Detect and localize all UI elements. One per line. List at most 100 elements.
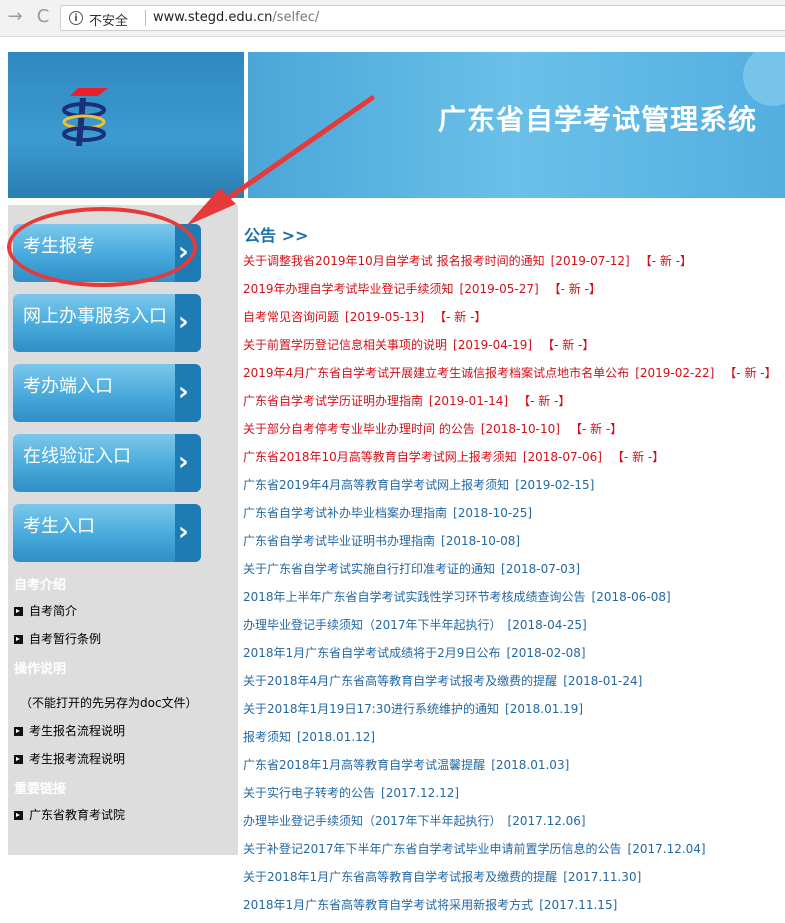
sidebar-link-registration-flow[interactable]: 考生报名流程说明	[14, 722, 125, 739]
notice-link[interactable]: 2018年上半年广东省自学考试实践性学习环节考核成绩查询公告	[243, 590, 586, 604]
notice-item[interactable]: 广东省自学考试学历证明办理指南 [2019-01-14] 【- 新 -】	[243, 391, 783, 419]
notice-item[interactable]: 办理毕业登记手续须知（2017年下半年起执行） [2018-04-25]	[243, 615, 783, 643]
notice-link[interactable]: 广东省自学考试补办毕业档案办理指南	[243, 506, 447, 520]
notice-link[interactable]: 2019年办理自学考试毕业登记手续须知	[243, 282, 454, 296]
notice-link[interactable]: 2018年1月广东省自学考试成绩将于2月9日公布	[243, 646, 500, 660]
notice-link[interactable]: 关于广东省自学考试实施自行打印准考证的通知	[243, 562, 495, 576]
notice-date: [2018.01.03]	[491, 758, 570, 772]
notice-link[interactable]: 自考常见咨询问题	[243, 310, 339, 324]
notice-link[interactable]: 报考须知	[243, 730, 291, 744]
notice-link[interactable]: 关于前置学历登记信息相关事项的说明	[243, 338, 447, 352]
notice-item[interactable]: 关于实行电子转考的公告 [2017.12.12]	[243, 783, 783, 811]
notice-item[interactable]: 报考须知 [2018.01.12]	[243, 727, 783, 755]
notice-item[interactable]: 关于部分自考停考专业毕业办理时间 的公告 [2018-10-10] 【- 新 -】	[243, 419, 783, 447]
notice-link[interactable]: 2019年4月广东省自学考试开展建立考生诚信报考档案试点地市名单公布	[243, 366, 629, 380]
notice-item[interactable]: 关于补登记2017年下半年广东省自学考试毕业申请前置学历信息的公告 [2017.1…	[243, 839, 783, 867]
notice-date: [2019-04-19]	[453, 338, 533, 352]
menu-tab: ›	[175, 364, 201, 422]
notice-link[interactable]: 关于2018年1月广东省高等教育自学考试报考及缴费的提醒	[243, 870, 557, 884]
notice-item[interactable]: 关于调整我省2019年10月自学考试 报名报考时间的通知 [2019-07-12]…	[243, 251, 783, 279]
notice-link[interactable]: 关于实行电子转考的公告	[243, 786, 375, 800]
notice-link[interactable]: 广东省2019年4月高等教育自学考试网上报考须知	[243, 478, 509, 492]
notice-item[interactable]: 关于前置学历登记信息相关事项的说明 [2019-04-19] 【- 新 -】	[243, 335, 783, 363]
notice-link[interactable]: 关于2018年1月19日17:30进行系统维护的通知	[243, 702, 499, 716]
chevron-right-icon: ›	[178, 447, 189, 477]
notice-date: [2019-07-12]	[550, 254, 630, 268]
notice-link[interactable]: 关于调整我省2019年10月自学考试 报名报考时间的通知	[243, 254, 545, 268]
notice-item[interactable]: 办理毕业登记手续须知（2017年下半年起执行） [2017.12.06]	[243, 811, 783, 839]
menu-tab: ›	[175, 434, 201, 492]
notice-item[interactable]: 关于广东省自学考试实施自行打印准考证的通知 [2018-07-03]	[243, 559, 783, 587]
new-badge: 【- 新 -】	[724, 366, 777, 380]
notice-item[interactable]: 关于2018年1月19日17:30进行系统维护的通知 [2018.01.19]	[243, 699, 783, 727]
back-arrow-icon[interactable]: →	[4, 6, 26, 28]
exam-logo-icon	[62, 88, 108, 146]
url-text[interactable]: www.stegd.edu.cn/selfec/	[153, 10, 319, 25]
notice-date: [2018-06-08]	[591, 590, 671, 604]
notice-link[interactable]: 关于补登记2017年下半年广东省自学考试毕业申请前置学历信息的公告	[243, 842, 622, 856]
notice-item[interactable]: 关于2018年1月广东省高等教育自学考试报考及缴费的提醒 [2017.11.30]	[243, 867, 783, 895]
info-icon[interactable]: i	[69, 11, 83, 25]
notice-date: [2018-10-25]	[453, 506, 533, 520]
notice-date: [2018-07-03]	[501, 562, 581, 576]
menu-button-online-verification[interactable]: 在线验证入口 ›	[13, 434, 201, 492]
menu-tab: ›	[175, 504, 201, 562]
sidebar-link-intro[interactable]: 自考简介	[14, 602, 77, 619]
notice-date: [2019-05-13]	[345, 310, 425, 324]
notice-item[interactable]: 广东省自学考试毕业证明书办理指南 [2018-10-08]	[243, 531, 783, 559]
notice-item[interactable]: 广东省2018年10月高等教育自学考试网上报考须知 [2018-07-06] 【- …	[243, 447, 783, 475]
notice-date: [2019-05-27]	[459, 282, 539, 296]
notice-date: [2018-10-08]	[441, 534, 521, 548]
reload-icon[interactable]: C	[32, 6, 54, 28]
notice-link[interactable]: 广东省自学考试学历证明办理指南	[243, 394, 423, 408]
chevron-right-icon: ›	[178, 307, 189, 337]
menu-button-office-portal[interactable]: 考办端入口 ›	[13, 364, 201, 422]
bullet-arrow-icon	[14, 811, 23, 820]
notice-link[interactable]: 办理毕业登记手续须知（2017年下半年起执行）	[243, 618, 502, 632]
security-label[interactable]: 不安全	[89, 10, 128, 29]
menu-button-student-portal[interactable]: 考生入口 ›	[13, 504, 201, 562]
notice-date: [2018-02-08]	[506, 646, 586, 660]
notice-date: [2017.11.30]	[563, 870, 642, 884]
sidebar-link-exam-flow[interactable]: 考生报考流程说明	[14, 750, 125, 767]
notice-item[interactable]: 2018年1月广东省高等教育自学考试将采用新报考方式 [2017.11.15]	[243, 895, 783, 923]
banner-logo-panel	[8, 52, 244, 198]
notice-item[interactable]: 广东省自学考试补办毕业档案办理指南 [2018-10-25]	[243, 503, 783, 531]
notice-link[interactable]: 2018年1月广东省高等教育自学考试将采用新报考方式	[243, 898, 533, 912]
menu-label: 网上办事服务入口	[23, 306, 167, 327]
menu-label: 考生入口	[23, 516, 95, 537]
notice-link[interactable]: 广东省2018年1月高等教育自学考试温馨提醒	[243, 758, 485, 772]
notice-date: [2017.12.04]	[627, 842, 706, 856]
notice-item[interactable]: 2018年1月广东省自学考试成绩将于2月9日公布 [2018-02-08]	[243, 643, 783, 671]
notice-link[interactable]: 关于2018年4月广东省高等教育自学考试报考及缴费的提醒	[243, 674, 557, 688]
ops-note: （不能打开的先另存为doc文件）	[20, 696, 198, 710]
notice-link[interactable]: 广东省2018年10月高等教育自学考试网上报考须知	[243, 450, 517, 464]
sidebar-link-regulations[interactable]: 自考暂行条例	[14, 630, 101, 647]
address-bar[interactable]: i 不安全 www.stegd.edu.cn/selfec/	[60, 5, 785, 31]
notice-date: [2018.01.12]	[297, 730, 376, 744]
banner-title-panel: 广东省自学考试管理系统	[248, 52, 785, 198]
annotation-circle	[7, 207, 197, 287]
notice-item[interactable]: 广东省2018年1月高等教育自学考试温馨提醒 [2018.01.03]	[243, 755, 783, 783]
notice-date: [2019-02-15]	[515, 478, 595, 492]
site-title: 广东省自学考试管理系统	[437, 103, 757, 136]
notice-item[interactable]: 2018年上半年广东省自学考试实践性学习环节考核成绩查询公告 [2018-06-0…	[243, 587, 783, 615]
notice-item[interactable]: 广东省2019年4月高等教育自学考试网上报考须知 [2019-02-15]	[243, 475, 783, 503]
notice-link[interactable]: 关于部分自考停考专业毕业办理时间 的公告	[243, 422, 475, 436]
menu-label: 考办端入口	[23, 376, 113, 397]
notice-date: [2017.11.15]	[539, 898, 618, 912]
sidebar-link-exam-authority[interactable]: 广东省教育考试院	[14, 806, 125, 823]
sidebar: 考生报考 › 网上办事服务入口 › 考办端入口 › 在线验证入口 › 考生入口 …	[8, 205, 238, 855]
notice-link[interactable]: 办理毕业登记手续须知（2017年下半年起执行）	[243, 814, 502, 828]
bullet-arrow-icon	[14, 635, 23, 644]
menu-button-online-services[interactable]: 网上办事服务入口 ›	[13, 294, 201, 352]
notice-date: [2019-01-14]	[429, 394, 509, 408]
notice-link[interactable]: 广东省自学考试毕业证明书办理指南	[243, 534, 435, 548]
notice-list: 关于调整我省2019年10月自学考试 报名报考时间的通知 [2019-07-12]…	[243, 251, 783, 923]
notice-date: [2018-07-06]	[522, 450, 602, 464]
notice-item[interactable]: 2019年办理自学考试毕业登记手续须知 [2019-05-27] 【- 新 -】	[243, 279, 783, 307]
notice-item[interactable]: 自考常见咨询问题 [2019-05-13] 【- 新 -】	[243, 307, 783, 335]
notice-item[interactable]: 关于2018年4月广东省高等教育自学考试报考及缴费的提醒 [2018-01-24]	[243, 671, 783, 699]
notice-item[interactable]: 2019年4月广东省自学考试开展建立考生诚信报考档案试点地市名单公布 [2019-…	[243, 363, 783, 391]
notice-date: [2018.01.19]	[505, 702, 584, 716]
